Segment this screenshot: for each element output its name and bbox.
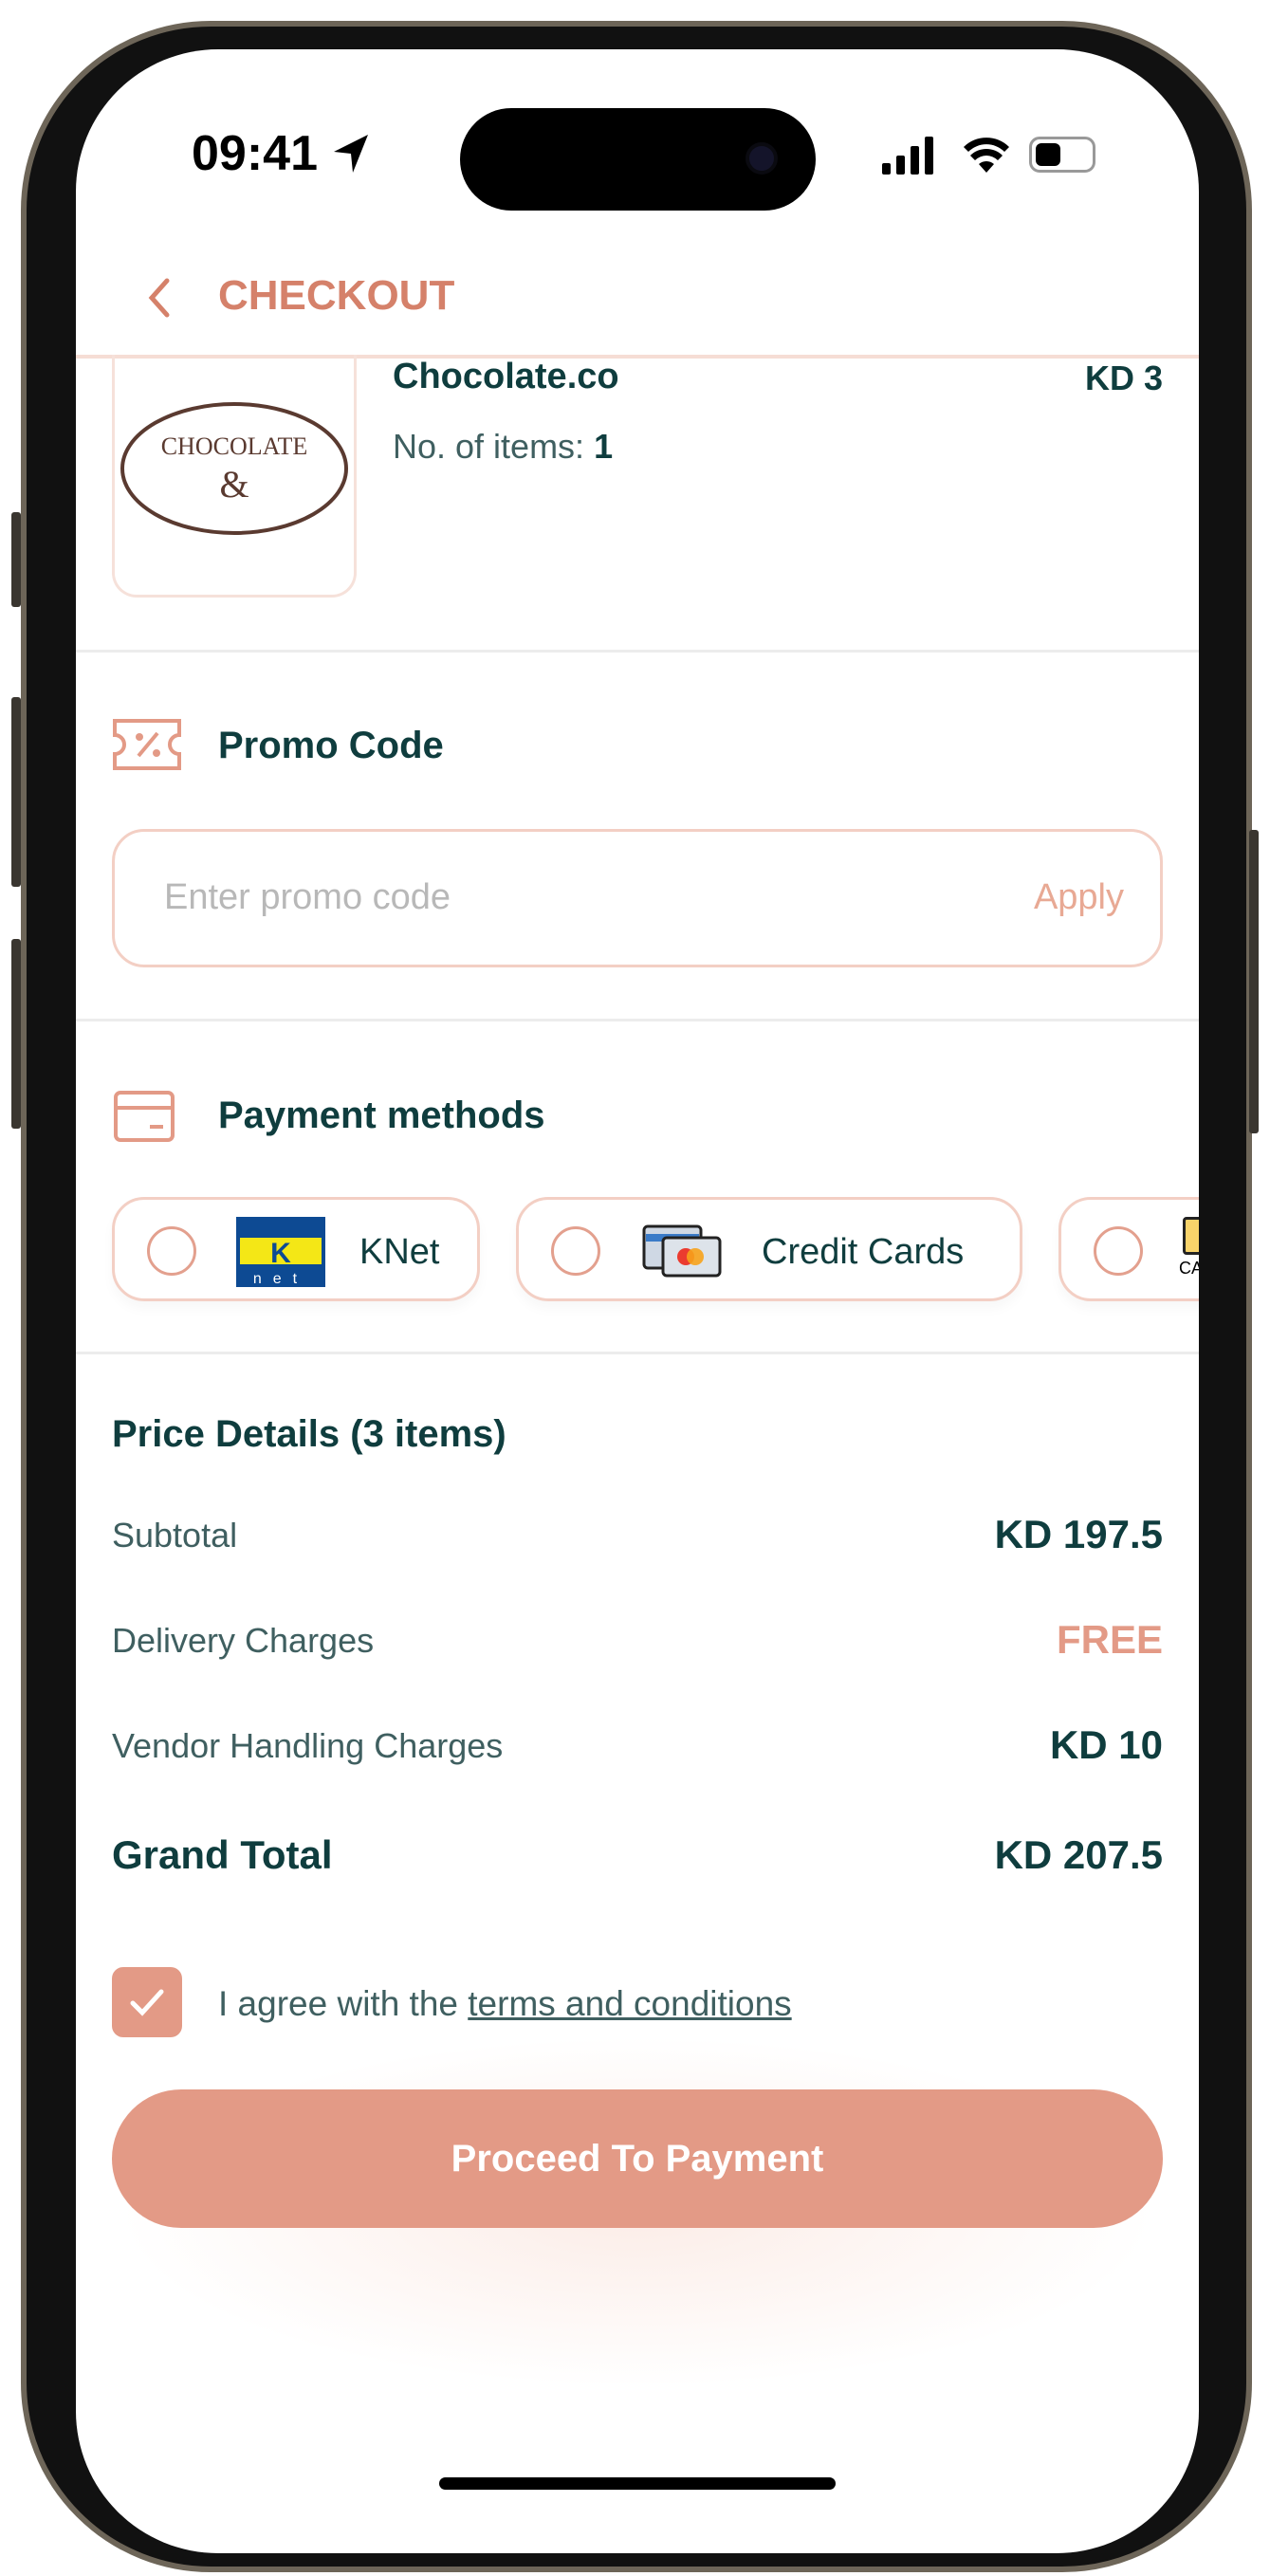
terms-link[interactable]: terms and conditions (468, 1984, 791, 2023)
credit-cards-icon (642, 1224, 722, 1278)
cash-icon (1183, 1217, 1199, 1255)
status-time: 09:41 (192, 126, 318, 181)
promo-ticket-icon (113, 719, 181, 770)
knet-logo-icon: Knet (236, 1217, 325, 1287)
subtotal-value: KD 197.5 (994, 1512, 1163, 1556)
grand-total-row: Grand Total KD 207.5 (112, 1832, 1163, 1878)
divider (76, 650, 1199, 653)
vendor-handling-row: Vendor Handling Charges KD 10 (112, 1722, 1163, 1767)
proceed-to-payment-button[interactable]: Proceed To Payment (112, 2089, 1163, 2228)
delivery-value: FREE (1056, 1617, 1163, 1662)
app-screen: 09:41 CHECKOUT CHOCOLATE & Chocolate.co K… (76, 49, 1199, 2553)
promo-input[interactable]: Enter promo code Apply (112, 829, 1163, 967)
terms-checkbox[interactable] (112, 1967, 182, 2037)
subtotal-row: Subtotal KD 197.5 (112, 1512, 1163, 1556)
signal-icon (882, 137, 933, 175)
dynamic-island (460, 108, 816, 211)
divider (76, 1019, 1199, 1021)
subtotal-label: Subtotal (112, 1516, 238, 1555)
promo-placeholder: Enter promo code (164, 877, 451, 917)
svg-text:K: K (270, 1238, 291, 1269)
payment-option-credit-cards[interactable]: Credit Cards (516, 1197, 1022, 1301)
price-details-title: Price Details (3 items) (112, 1413, 506, 1455)
vendor-handling-label: Vendor Handling Charges (112, 1726, 504, 1765)
vendor-logo: CHOCOLATE & (112, 355, 357, 598)
vendor-name: Chocolate.co (393, 357, 619, 396)
volume-down-button (11, 939, 21, 1129)
divider (76, 1352, 1199, 1354)
checkmark-icon (130, 1989, 164, 2016)
svg-text:CHOCOLATE: CHOCOLATE (161, 432, 308, 460)
payment-title: Payment methods (218, 1095, 545, 1136)
delivery-label: Delivery Charges (112, 1621, 375, 1660)
knet-label: KNet (359, 1232, 440, 1272)
home-indicator (439, 2477, 836, 2490)
wifi-icon (964, 138, 1009, 173)
location-icon (334, 135, 368, 173)
items-label: No. of items: (393, 427, 585, 466)
vendor-price: KD 3 (1084, 359, 1163, 397)
page-title: CHECKOUT (218, 272, 455, 319)
delivery-row: Delivery Charges FREE (112, 1617, 1163, 1662)
back-chevron-icon[interactable] (144, 277, 173, 319)
battery-icon (1029, 137, 1095, 173)
card-icon (114, 1091, 175, 1142)
radio-credit-cards[interactable] (551, 1226, 600, 1276)
vendor-handling-value: KD 10 (1049, 1722, 1163, 1767)
radio-knet[interactable] (147, 1226, 196, 1276)
power-button (1249, 830, 1259, 1133)
apply-button[interactable]: Apply (1034, 877, 1124, 918)
action-button (11, 512, 21, 607)
radio-cash[interactable] (1094, 1226, 1143, 1276)
payment-option-cash[interactable]: CA (1058, 1197, 1199, 1301)
credit-cards-label: Credit Cards (762, 1232, 965, 1272)
items-count: 1 (594, 427, 614, 466)
volume-up-button (11, 697, 21, 887)
cash-label: CA (1179, 1259, 1199, 1278)
grand-total-value: KD 207.5 (994, 1832, 1163, 1877)
terms-text: I agree with the (218, 1984, 469, 2023)
grand-total-label: Grand Total (112, 1832, 333, 1877)
svg-text:&: & (219, 463, 248, 506)
svg-text:net: net (253, 1271, 308, 1287)
promo-title: Promo Code (218, 725, 444, 766)
payment-option-knet[interactable]: Knet KNet (112, 1197, 480, 1301)
